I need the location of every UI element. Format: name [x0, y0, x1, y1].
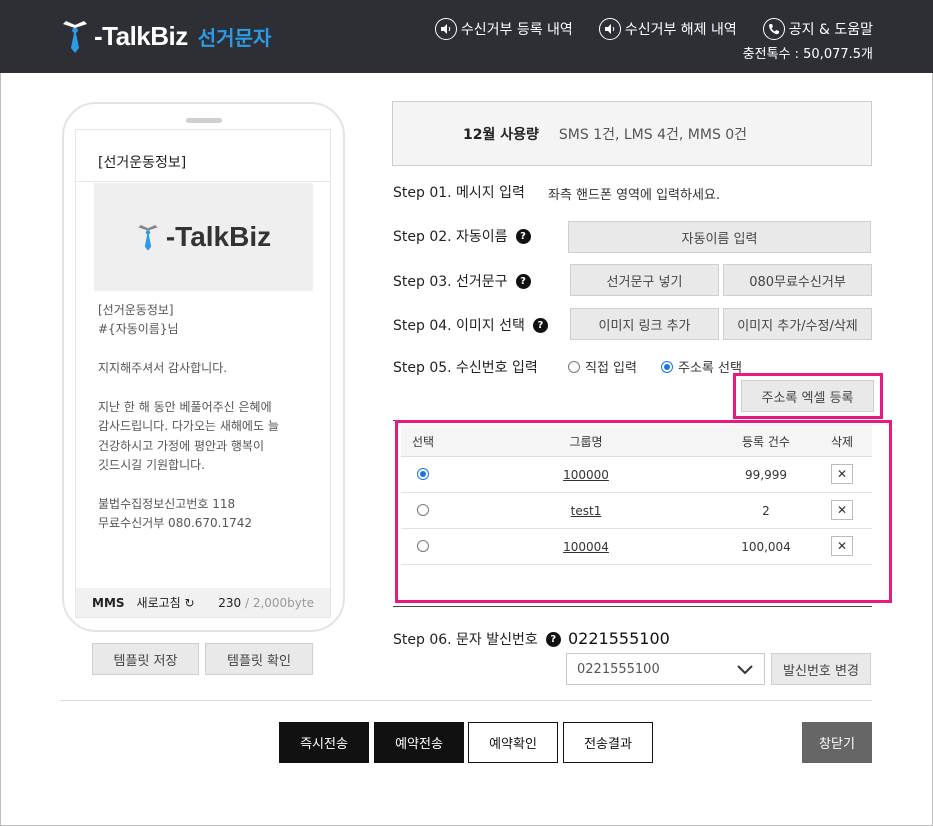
step-01-label: Step 01. 메시지 입력: [393, 182, 525, 202]
send-now-button[interactable]: 즉시전송: [279, 722, 369, 763]
table-row[interactable]: 100000 99,999 ✕: [401, 457, 872, 493]
message-title[interactable]: [선거운동정보]: [98, 152, 186, 172]
group-name-link[interactable]: test1: [491, 504, 681, 518]
divider: [60, 700, 872, 701]
radio-button[interactable]: [661, 360, 673, 373]
reserve-check-button[interactable]: 예약확인: [468, 722, 558, 763]
delete-button[interactable]: ✕: [831, 536, 853, 556]
image-brand-text: -TalkBiz: [165, 221, 272, 252]
step-04-label: Step 04. 이미지 선택 ?: [393, 315, 548, 335]
speaker-icon: [434, 18, 457, 40]
image-link-button[interactable]: 이미지 링크 추가: [570, 308, 719, 340]
bytes-max: / 2,000byte: [241, 595, 314, 610]
step-01-text: Step 01. 메시지 입력: [393, 185, 525, 201]
auto-name-button[interactable]: 자동이름 입력: [568, 221, 871, 253]
nav-label: 수신거부 해제 내역: [624, 22, 737, 38]
table-header: 선택 그룹명 등록 건수 삭제: [401, 425, 872, 457]
message-body[interactable]: [선거운동정보] #{자동이름}님 지지해주셔서 감사합니다. 지난 한 해 동…: [98, 301, 318, 534]
reserve-send-button[interactable]: 예약전송: [374, 722, 464, 763]
radio-direct-input[interactable]: 직접 입력: [568, 357, 637, 376]
col-delete: 삭제: [830, 435, 854, 449]
byte-counter: 230 / 2,000byte: [218, 596, 314, 610]
message-type: MMS: [92, 595, 125, 610]
divider: [76, 181, 330, 182]
phone-speaker: [186, 118, 222, 123]
step-03-label: Step 03. 선거문구 ?: [393, 271, 531, 291]
step-02-label: Step 02. 자동이름 ?: [393, 226, 531, 246]
col-select: 선택: [411, 435, 435, 449]
chevron-down-icon: [736, 660, 754, 682]
brand-logo[interactable]: -TalkBiz 선거문자: [60, 16, 271, 56]
refresh-label: 새로고침: [136, 596, 181, 610]
template-save-button[interactable]: 템플릿 저장: [92, 643, 199, 675]
nav-reject-release[interactable]: 수신거부 해제 내역: [598, 18, 737, 40]
nav-notice-help[interactable]: 공지 & 도움말: [762, 18, 873, 40]
step-05-label: Step 05. 수신번호 입력: [393, 357, 538, 377]
nav-label: 수신거부 등록 내역: [460, 22, 573, 38]
delete-button[interactable]: ✕: [831, 464, 853, 484]
help-icon[interactable]: ?: [515, 228, 531, 244]
step-06-text: Step 06. 문자 발신번호: [393, 632, 538, 648]
help-icon[interactable]: ?: [545, 631, 561, 647]
bytes-used: 230: [218, 595, 242, 610]
step-05-text: Step 05. 수신번호 입력: [393, 360, 538, 376]
phone-icon: [762, 18, 785, 40]
phone-footer: MMS 새로고침 ↻ 230 / 2,000byte: [76, 588, 330, 617]
nav-reject-register[interactable]: 수신거부 등록 내역: [434, 18, 573, 40]
usage-label: 12월 사용량: [463, 126, 539, 143]
template-check-button[interactable]: 템플릿 확인: [205, 643, 313, 675]
usage-box: 12월 사용량 SMS 1건, LMS 4건, MMS 0건: [392, 101, 872, 166]
step-02-text: Step 02. 자동이름: [393, 229, 508, 245]
row-radio[interactable]: [417, 468, 429, 480]
table-row[interactable]: 100004 100,004 ✕: [401, 529, 872, 565]
address-excel-button[interactable]: 주소록 엑셀 등록: [741, 380, 874, 412]
step-03-text: Step 03. 선거문구: [393, 274, 508, 290]
help-icon[interactable]: ?: [532, 317, 548, 333]
image-edit-button[interactable]: 이미지 추가/수정/삭제: [723, 308, 872, 340]
row-count: 100,004: [741, 540, 791, 554]
step-01-desc: 좌측 핸드폰 영역에 입력하세요.: [548, 188, 721, 203]
tie-logo-icon: [63, 21, 87, 53]
send-result-button[interactable]: 전송결과: [563, 722, 653, 763]
radio-label: 직접 입력: [585, 361, 637, 376]
free-reject-button[interactable]: 080무료수신거부: [723, 264, 872, 296]
nav-label: 공지 & 도움말: [788, 22, 873, 38]
step-06-label: Step 06. 문자 발신번호 ?: [393, 629, 561, 649]
row-count: 2: [762, 504, 770, 518]
step-04-text: Step 04. 이미지 선택: [393, 318, 525, 334]
select-value: 0221555100: [577, 661, 660, 677]
balance-text: 충전톡수 : 50,077.5개: [742, 47, 873, 62]
radio-button[interactable]: [568, 360, 580, 373]
radio-address-book[interactable]: 주소록 선택: [661, 357, 742, 376]
sender-number: 0221555100: [568, 629, 670, 648]
divider: [393, 606, 872, 607]
usage-value: SMS 1건, LMS 4건, MMS 0건: [558, 126, 748, 143]
group-name-link[interactable]: 100004: [491, 540, 681, 554]
delete-button[interactable]: ✕: [831, 500, 853, 520]
change-sender-button[interactable]: 발신번호 변경: [771, 653, 871, 685]
mms-image[interactable]: -TalkBiz: [94, 183, 313, 291]
header-nav: 수신거부 등록 내역 수신거부 해제 내역 공지 & 도움말: [434, 18, 873, 40]
row-count: 99,999: [745, 468, 787, 482]
help-icon[interactable]: ?: [515, 273, 531, 289]
close-button[interactable]: 창닫기: [802, 722, 872, 763]
refresh-button[interactable]: 새로고침 ↻: [137, 594, 195, 611]
tie-logo-icon: [138, 225, 158, 251]
election-phrase-button[interactable]: 선거문구 넣기: [570, 264, 719, 296]
brand-name: -TalkBiz: [94, 20, 188, 51]
table-row[interactable]: test1 2 ✕: [401, 493, 872, 529]
brand-subtitle: 선거문자: [197, 25, 272, 50]
row-radio[interactable]: [417, 540, 429, 552]
sender-select[interactable]: 0221555100: [566, 653, 765, 685]
row-radio[interactable]: [417, 504, 429, 516]
col-count: 등록 건수: [742, 435, 790, 449]
group-name-link[interactable]: 100000: [491, 468, 681, 482]
top-header: -TalkBiz 선거문자 수신거부 등록 내역 수신거부 해제 내역 공지 &…: [0, 0, 933, 73]
refresh-icon: ↻: [184, 596, 195, 610]
speaker-icon: [598, 18, 621, 40]
col-group: 그룹명: [569, 435, 603, 449]
